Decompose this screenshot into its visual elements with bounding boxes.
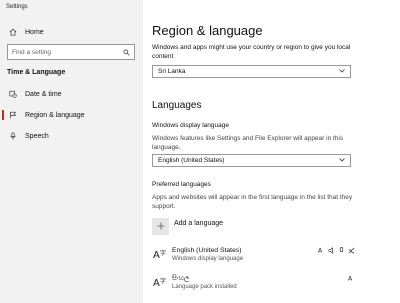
sidebar-item-label: Region & language	[25, 111, 85, 119]
display-language-selected-value: English (United States)	[158, 157, 225, 164]
svg-text:A: A	[318, 248, 323, 254]
svg-text:字: 字	[160, 277, 166, 285]
region-icon	[7, 111, 19, 119]
nav-home[interactable]: Home	[0, 23, 143, 41]
plus-icon	[152, 217, 169, 235]
preferred-languages-description: Apps and websites will appear in the fir…	[152, 194, 353, 210]
language-name: English (United States)	[172, 247, 242, 254]
language-subtitle: Language pack installed	[172, 284, 237, 290]
search-icon[interactable]	[123, 43, 130, 61]
sidebar-item-region-language[interactable]: Region & language	[0, 106, 143, 124]
display-language-description: Windows features like Settings and File …	[152, 135, 344, 151]
section-heading: Time & Language	[7, 69, 66, 76]
sidebar-item-date-time[interactable]: Date & time	[0, 85, 143, 103]
svg-text:字: 字	[160, 249, 166, 257]
display-language-dropdown[interactable]: English (United States)	[152, 154, 351, 167]
svg-text:A: A	[153, 278, 160, 289]
search-input[interactable]	[12, 48, 112, 56]
language-icon: A字	[153, 248, 167, 262]
microphone-icon	[7, 132, 19, 140]
languages-heading: Languages	[152, 100, 202, 111]
add-language-label: Add a language	[174, 219, 224, 227]
speech-recognition-feature-icon	[339, 247, 344, 253]
handwriting-feature-icon	[348, 247, 355, 254]
nav-home-label: Home	[25, 28, 44, 36]
country-region-dropdown[interactable]: Sri Lanka	[152, 65, 351, 78]
calendar-clock-icon	[7, 90, 19, 98]
text-to-speech-feature-icon	[328, 247, 333, 254]
display-language-label: Windows display language	[152, 122, 229, 129]
sidebar-item-label: Date & time	[25, 90, 62, 98]
main-content: Region & language Windows and apps might…	[143, 0, 400, 303]
home-icon	[7, 28, 19, 36]
language-features: A	[318, 247, 355, 255]
chevron-down-icon	[339, 157, 345, 164]
svg-text:A: A	[348, 276, 353, 282]
language-item-english[interactable]: A字 English (United States) Windows displ…	[152, 246, 355, 266]
settings-window: Settings Home Time & Language Date & tim…	[0, 0, 400, 303]
display-language-feature-icon: A	[348, 276, 353, 282]
sidebar-item-speech[interactable]: Speech	[0, 127, 143, 145]
add-language-button[interactable]: Add a language	[152, 217, 223, 235]
svg-text:A: A	[153, 250, 160, 261]
page-title: Region & language	[152, 23, 263, 38]
search-setting-box[interactable]	[7, 44, 135, 60]
language-icon: A字	[153, 276, 167, 290]
preferred-languages-heading: Preferred languages	[152, 181, 211, 188]
sidebar: Settings Home Time & Language Date & tim…	[0, 0, 143, 303]
language-item-sinhala[interactable]: A字 සිංහල Language pack installed A	[152, 274, 355, 294]
chevron-down-icon	[339, 68, 345, 75]
language-subtitle: Windows display language	[172, 256, 244, 262]
region-description: Windows and apps might use your country …	[152, 44, 351, 60]
window-title: Settings	[6, 4, 28, 10]
display-language-feature-icon: A	[318, 248, 323, 254]
country-selected-value: Sri Lanka	[158, 68, 186, 75]
sidebar-item-label: Speech	[25, 132, 49, 140]
language-features: A	[348, 275, 355, 283]
language-name: සිංහල	[172, 275, 190, 282]
